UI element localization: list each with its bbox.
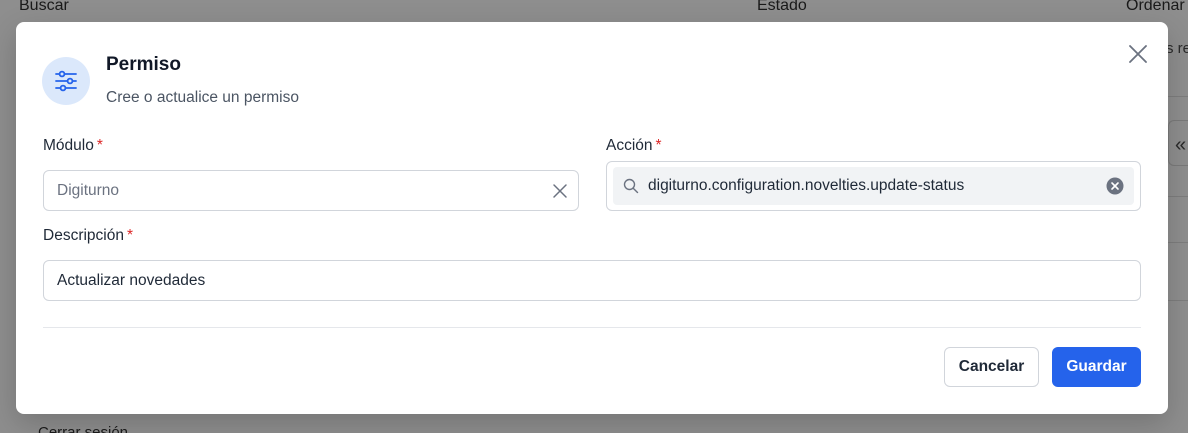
- accion-selected-chip[interactable]: digiturno.configuration.novelties.update…: [613, 167, 1134, 205]
- required-mark: *: [655, 137, 662, 154]
- accion-value: digiturno.configuration.novelties.update…: [648, 177, 965, 194]
- bg-column-estado: Estado: [757, 0, 807, 14]
- descripcion-input[interactable]: Actualizar novedades: [43, 260, 1141, 301]
- clear-icon[interactable]: [1106, 177, 1124, 195]
- modulo-label-text: Módulo: [43, 137, 94, 154]
- modal-title: Permiso: [106, 54, 181, 75]
- footer-divider: [43, 327, 1141, 328]
- save-button[interactable]: Guardar: [1052, 347, 1141, 387]
- modulo-placeholder: Digiturno: [57, 181, 120, 199]
- bg-column-ordenar: Ordenar: [1126, 0, 1185, 14]
- required-mark: *: [96, 137, 103, 154]
- sliders-icon: [42, 57, 90, 105]
- bg-cell-text: s re: [1166, 40, 1188, 57]
- descripcion-label-text: Descripción: [43, 227, 124, 244]
- cancel-button[interactable]: Cancelar: [944, 347, 1039, 387]
- clear-icon[interactable]: [551, 182, 569, 200]
- bg-row-divider: [1168, 242, 1188, 243]
- close-icon[interactable]: [1126, 42, 1150, 66]
- permission-modal: Permiso Cree o actualice un permiso Módu…: [16, 22, 1168, 414]
- accion-select[interactable]: digiturno.configuration.novelties.update…: [606, 161, 1141, 211]
- search-icon: [623, 178, 639, 194]
- modulo-select[interactable]: Digiturno: [43, 170, 579, 211]
- bg-row-divider: [1168, 300, 1188, 301]
- double-chevron-left-icon: «: [1175, 134, 1187, 156]
- bg-row-divider: [1168, 196, 1188, 197]
- bg-footer-text: Cerrar sesión: [38, 424, 129, 433]
- modulo-label: Módulo *: [43, 137, 103, 155]
- descripcion-value: Actualizar novedades: [57, 271, 206, 289]
- descripcion-label: Descripción *: [43, 227, 133, 245]
- accion-label-text: Acción: [606, 137, 653, 154]
- bg-column-buscar: Buscar: [19, 0, 69, 14]
- modal-subtitle: Cree o actualice un permiso: [106, 89, 299, 106]
- bg-row-divider: [1168, 96, 1188, 97]
- accion-label: Acción *: [606, 137, 662, 155]
- required-mark: *: [126, 227, 134, 244]
